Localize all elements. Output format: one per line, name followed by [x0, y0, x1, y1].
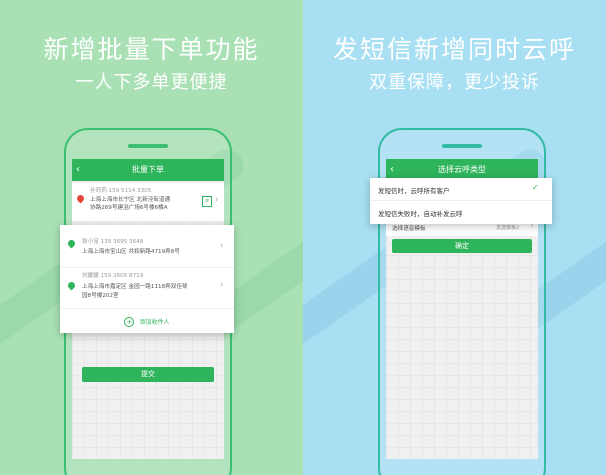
voice-template-value: 发送模板2 [496, 225, 520, 231]
phone-speaker [442, 144, 482, 148]
add-recipient-label: 添加收件人 [139, 319, 170, 326]
chevron-right-icon[interactable]: › [220, 280, 224, 290]
location-pin-green-icon [66, 238, 77, 249]
confirm-button[interactable]: 确定 [392, 239, 532, 253]
phone-mockup-right: ‹ 选择云呼类型 选择语音模板 发送模板2 › 确定 发短信时，云呼所有客户 ✓… [370, 128, 552, 475]
right-headline: 发短信新增同时云呼 [332, 35, 576, 64]
voice-template-label: 选择语音模板 [392, 226, 426, 232]
address-book-icon[interactable]: ≡ [202, 196, 212, 207]
sender-address-line2: 协路269号建滔广场6号楼6楼A [90, 205, 168, 211]
page-title: 批量下单 [132, 165, 164, 174]
sender-address-line1: 上海上海市长宁区 北新泾街道通 [90, 197, 171, 203]
left-promo-panel: 新增批量下单功能 一人下多单更便捷 ‹ 批量下单 孙莉莉 159 5114 33… [0, 0, 303, 475]
recipient-address-line1: 上海上海市宝山区 共和新路4719弄8号 [82, 249, 180, 255]
option-call-on-fail[interactable]: 发短信失败时，自动补发云呼 [370, 201, 552, 223]
chevron-right-icon[interactable]: › [220, 241, 224, 251]
plus-circle-icon: + [124, 316, 135, 327]
add-recipient-button[interactable]: + 添加收件人 [60, 311, 234, 331]
sender-card[interactable]: 孙莉莉 159 5114 3305 上海上海市长宁区 北新泾街道通 协路269号… [72, 183, 224, 221]
checkmark-icon: ✓ [532, 183, 539, 192]
recipients-card: 铁小宝 139 3695 3648 上海上海市宝山区 共和新路4719弄8号 ›… [60, 225, 234, 333]
back-arrow-icon[interactable]: ‹ [76, 159, 80, 181]
location-pin-red-icon [75, 193, 86, 204]
left-headline: 新增批量下单功能 [43, 35, 260, 64]
phone-mockup-left: ‹ 批量下单 孙莉莉 159 5114 3305 上海上海市长宁区 北新泾街道通… [60, 128, 234, 475]
cloud-call-options-menu: 发短信时，云呼所有客户 ✓ 发短信失败时，自动补发云呼 [370, 178, 552, 224]
recipient-address-line2: 园8号楼202室 [82, 293, 119, 299]
location-pin-green-icon [66, 280, 77, 291]
page-title: 选择云呼类型 [438, 165, 486, 174]
submit-button[interactable]: 提交 [82, 367, 214, 382]
batch-order-titlebar: ‹ 批量下单 [72, 159, 224, 181]
recipient-address-line1: 上海上海市嘉定区 金园一路1118弄双佳琴 [82, 284, 188, 290]
phone-speaker [128, 144, 168, 148]
option-call-all[interactable]: 发短信时，云呼所有客户 ✓ [370, 178, 552, 201]
recipient-name-phone: 刘媛媛 159 2605 8719 [82, 273, 144, 279]
right-subheadline: 双重保障，更少投诉 [369, 72, 540, 93]
left-subheadline: 一人下多单更便捷 [75, 72, 228, 93]
sender-name-phone: 孙莉莉 159 5114 3305 [90, 188, 152, 194]
chevron-right-icon[interactable]: › [215, 195, 219, 205]
recipient-item[interactable]: 铁小宝 139 3695 3648 上海上海市宝山区 共和新路4719弄8号 › [60, 225, 234, 268]
option-label: 发短信失败时，自动补发云呼 [378, 210, 463, 218]
recipient-item[interactable]: 刘媛媛 159 2605 8719 上海上海市嘉定区 金园一路1118弄双佳琴 … [60, 268, 234, 309]
recipient-name-phone: 铁小宝 139 3695 3648 [82, 239, 144, 245]
right-promo-panel: 发短信新增同时云呼 双重保障，更少投诉 ‹ 选择云呼类型 选择语音模板 发送模板… [303, 0, 606, 475]
option-label: 发短信时，云呼所有客户 [378, 187, 450, 195]
